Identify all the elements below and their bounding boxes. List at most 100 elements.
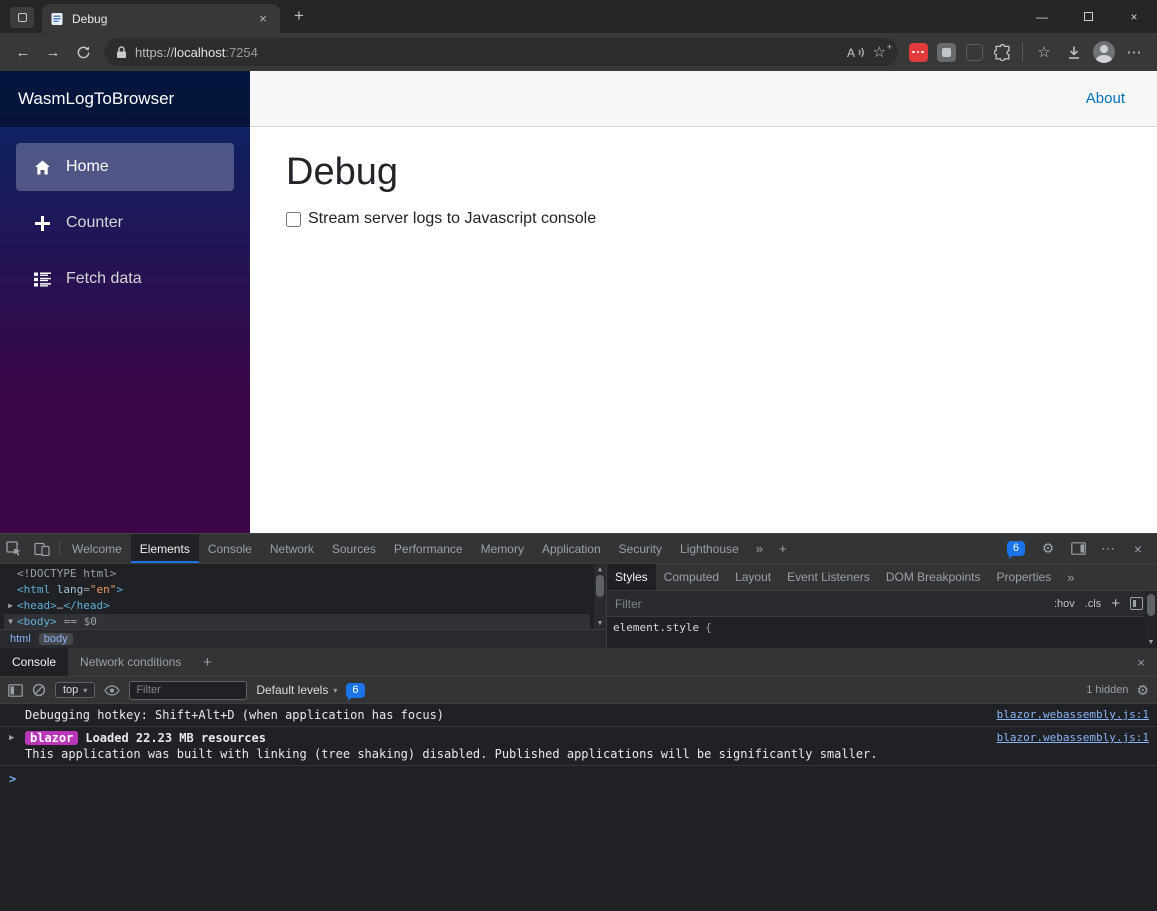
styles-tab-styles[interactable]: Styles <box>607 564 656 590</box>
extension-gray-icon[interactable] <box>932 38 960 66</box>
hidden-messages-label[interactable]: 1 hidden <box>1086 684 1128 696</box>
console-settings-gear-icon[interactable]: ⚙ <box>1136 682 1149 699</box>
console-prompt-row[interactable]: > <box>0 766 1157 786</box>
dom-line-body[interactable]: ▼ <body> == $0 <box>4 614 590 629</box>
collapse-arrow-icon[interactable]: ▼ <box>4 614 17 629</box>
issues-badge[interactable]: 6 <box>1006 541 1025 559</box>
expand-arrow-icon[interactable]: ▶ <box>9 730 25 746</box>
profile-avatar[interactable] <box>1089 37 1119 67</box>
live-expression-eye-icon[interactable] <box>104 684 121 696</box>
devtools-menu-icon[interactable]: ⋯ <box>1095 536 1121 562</box>
devtools-tab-application[interactable]: Application <box>533 534 610 563</box>
devtools-tab-memory[interactable]: Memory <box>472 534 533 563</box>
forward-button[interactable]: → <box>38 37 68 67</box>
tab-title: Debug <box>72 11 108 26</box>
console-drawer-tab-network-conditions[interactable]: Network conditions <box>68 648 193 676</box>
extension-red-icon[interactable] <box>904 38 932 66</box>
add-devtools-tab-icon[interactable]: + <box>771 534 795 563</box>
sidebar-item-fetch-data[interactable]: Fetch data <box>16 255 234 303</box>
console-drawer-close-icon[interactable]: × <box>1125 648 1157 676</box>
styles-more-tabs-icon[interactable]: » <box>1059 564 1082 590</box>
log-levels-dropdown[interactable]: Default levels ▾ <box>256 683 337 697</box>
devtools-tab-lighthouse[interactable]: Lighthouse <box>671 534 748 563</box>
styles-filter-input[interactable] <box>615 596 1044 611</box>
devtools-tab-performance[interactable]: Performance <box>385 534 472 563</box>
tab-close-icon[interactable]: × <box>254 10 272 28</box>
extensions-puzzle-icon[interactable] <box>988 38 1016 66</box>
dom-line-head[interactable]: ▶ <head>… </head> <box>4 598 590 614</box>
stream-logs-checkbox[interactable] <box>286 211 301 227</box>
styles-tab-dom-breakpoints[interactable]: DOM Breakpoints <box>878 564 989 590</box>
sidebar-item-home[interactable]: Home <box>16 143 234 191</box>
lock-icon[interactable] <box>116 45 127 59</box>
devtools-settings-gear-icon[interactable]: ⚙ <box>1035 536 1061 562</box>
more-tabs-icon[interactable]: » <box>748 534 771 563</box>
console-filter-input[interactable] <box>129 680 248 700</box>
element-style-rule[interactable]: element.style { <box>607 617 1157 634</box>
console-issues-badge[interactable]: 6 <box>346 682 365 701</box>
downloads-icon[interactable] <box>1059 37 1089 67</box>
dom-line-html[interactable]: <html lang = "en" > <box>4 582 590 598</box>
expand-arrow-icon[interactable]: ▶ <box>4 598 17 614</box>
styles-tab-computed[interactable]: Computed <box>656 564 727 590</box>
devtools-tab-welcome[interactable]: Welcome <box>63 534 131 563</box>
console-sidebar-toggle-icon[interactable] <box>8 683 23 697</box>
favorites-icon[interactable]: ☆ <box>1029 37 1059 67</box>
message-source-link[interactable]: blazor.webassembly.js:1 <box>985 707 1149 723</box>
console-drawer-add-tab-icon[interactable]: + <box>193 648 221 676</box>
browser-tab-debug[interactable]: Debug × <box>42 4 280 33</box>
breadcrumb-html[interactable]: html <box>5 633 36 645</box>
console-toolbar: top ▾ Default levels ▾ 6 1 hidden ⚙ <box>0 677 1157 704</box>
maximize-icon <box>1083 12 1093 21</box>
devtools-tab-elements[interactable]: Elements <box>130 534 199 563</box>
sidebar-item-counter[interactable]: Counter <box>16 199 234 247</box>
page-title: Debug <box>286 151 398 193</box>
scrollbar-thumb[interactable] <box>596 575 604 597</box>
scroll-down-icon[interactable]: ▼ <box>1148 637 1155 648</box>
pseudo-state-toggle[interactable]: :hov <box>1054 598 1075 610</box>
devtools-tab-network[interactable]: Network <box>261 534 323 563</box>
new-style-rule-button[interactable]: + <box>1111 595 1120 612</box>
styles-scrollbar[interactable]: ▼ <box>1145 591 1157 648</box>
styles-tab-layout[interactable]: Layout <box>727 564 779 590</box>
console-drawer-tab-console[interactable]: Console <box>0 648 69 676</box>
devtools-toolbar-right: 6 ⚙ ⋯ × <box>1006 534 1157 563</box>
new-tab-button[interactable]: + <box>286 4 312 28</box>
class-toggle[interactable]: .cls <box>1085 598 1102 610</box>
scroll-down-icon[interactable]: ▼ <box>598 618 602 629</box>
inspect-element-icon[interactable] <box>0 534 28 563</box>
scroll-up-icon[interactable]: ▲ <box>598 564 602 575</box>
window-maximize-button[interactable] <box>1065 0 1111 33</box>
message-title-line: blazor Loaded 22.23 MB resources <box>25 730 985 746</box>
message-source-link[interactable]: blazor.webassembly.js:1 <box>985 730 1149 746</box>
address-bar[interactable]: https://localhost:7254 A ☆ + <box>104 38 898 66</box>
clear-console-icon[interactable] <box>32 683 46 697</box>
dom-line-doctype[interactable]: <!DOCTYPE html> <box>4 566 590 582</box>
devtools-close-icon[interactable]: × <box>1125 536 1151 562</box>
breadcrumb-body[interactable]: body <box>38 633 73 645</box>
window-minimize-button[interactable]: — <box>1019 0 1065 33</box>
device-toolbar-icon[interactable] <box>28 534 56 563</box>
styles-tab-event-listeners[interactable]: Event Listeners <box>779 564 878 590</box>
devtools-tab-security[interactable]: Security <box>610 534 671 563</box>
about-link[interactable]: About <box>1086 90 1125 107</box>
elements-scrollbar[interactable]: ▲ ▼ <box>594 564 606 629</box>
read-aloud-icon[interactable]: A <box>847 46 865 59</box>
style-options-icon[interactable] <box>1130 597 1143 610</box>
console-context-selector[interactable]: top ▾ <box>55 682 96 698</box>
svg-text:A: A <box>847 46 855 59</box>
refresh-button[interactable] <box>68 37 98 67</box>
add-favorite-icon[interactable]: ☆ + <box>873 42 892 60</box>
devtools-tab-console[interactable]: Console <box>199 534 261 563</box>
window-close-button[interactable]: × <box>1111 0 1157 33</box>
devtools-tab-sources[interactable]: Sources <box>323 534 385 563</box>
scrollbar-thumb[interactable] <box>1147 594 1155 616</box>
console-empty-area[interactable] <box>0 786 1157 911</box>
extension-gray-glyph <box>936 42 956 62</box>
browser-menu-icon[interactable]: ⋯ <box>1119 37 1149 67</box>
dock-side-icon[interactable] <box>1065 536 1091 562</box>
styles-tab-properties[interactable]: Properties <box>989 564 1060 590</box>
tab-actions-icon[interactable] <box>10 7 34 28</box>
extension-dim-icon[interactable] <box>960 38 988 66</box>
back-button[interactable]: ← <box>8 37 38 67</box>
